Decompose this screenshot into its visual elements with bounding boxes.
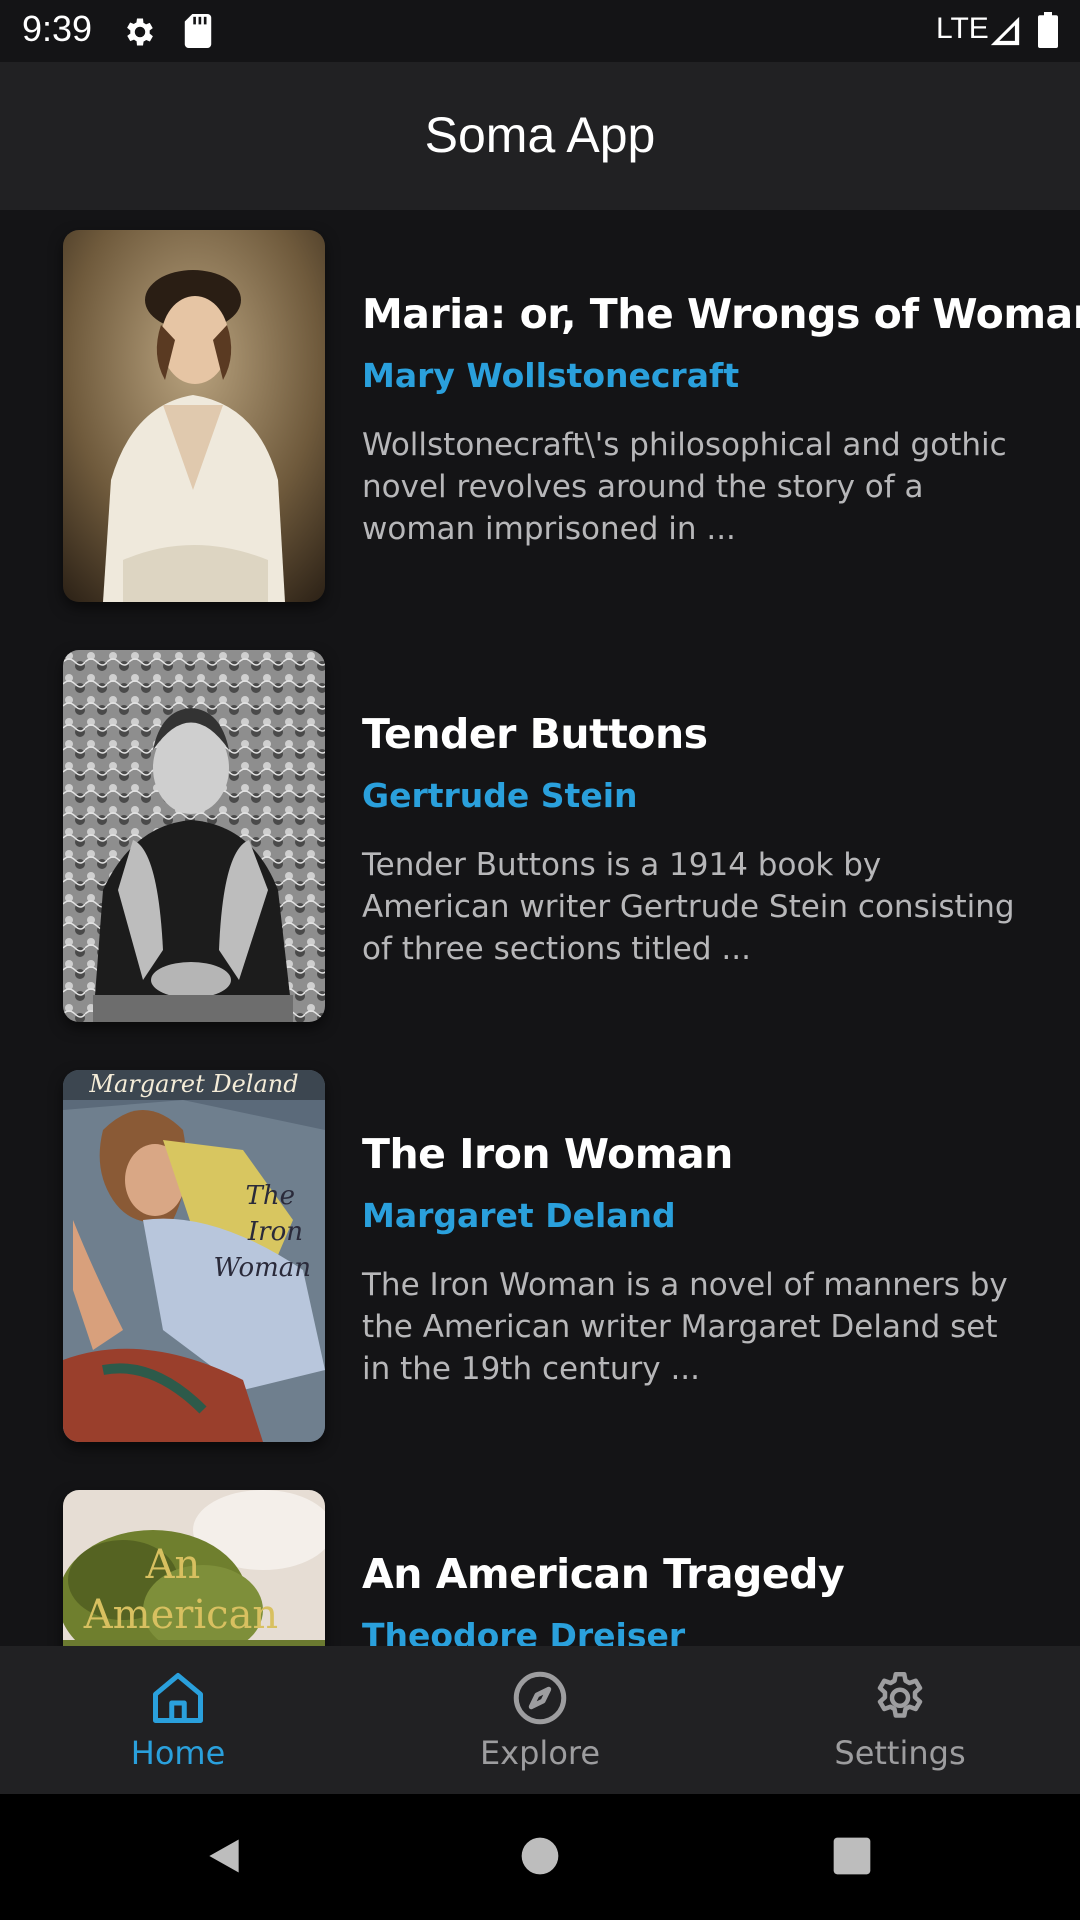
cover-title-text: Woman: [213, 1253, 311, 1283]
back-icon[interactable]: [202, 1834, 246, 1878]
gear-icon: [877, 1672, 923, 1718]
nav-label: Explore: [479, 1734, 601, 1772]
system-navigation-bar: [0, 1794, 1080, 1920]
nav-explore[interactable]: Explore: [410, 1646, 670, 1794]
home-circle-icon[interactable]: [518, 1834, 562, 1878]
book-author[interactable]: Mary Wollstonecraft: [362, 356, 739, 395]
portrait-image: [63, 230, 325, 602]
battery-icon: [1038, 12, 1058, 48]
status-time: 9:39: [22, 8, 93, 49]
book-cover[interactable]: An American: [63, 1490, 325, 1646]
cover-title-text: American: [83, 1592, 278, 1638]
book-list[interactable]: Maria: or, The Wrongs of Woman Mary Woll…: [0, 210, 1080, 1646]
nav-label: Settings: [834, 1734, 966, 1772]
book-card[interactable]: Margaret Deland The Iron Woman The Iron …: [0, 1050, 1080, 1442]
book-cover[interactable]: Margaret Deland The Iron Woman: [63, 1070, 325, 1442]
cover-author-text: Margaret Deland: [88, 1070, 298, 1098]
painting-image: Margaret Deland The Iron Woman: [63, 1070, 325, 1442]
portrait-image: [63, 650, 325, 1022]
recents-icon[interactable]: [830, 1834, 874, 1878]
painting-image: An American: [63, 1490, 325, 1646]
nav-home[interactable]: Home: [48, 1646, 308, 1794]
network-type: LTE: [936, 12, 989, 45]
book-card[interactable]: An American An American Tragedy Theodore…: [0, 1470, 1080, 1646]
cover-title-text: Iron: [247, 1217, 303, 1247]
book-author[interactable]: Theodore Dreiser: [362, 1616, 685, 1646]
book-author[interactable]: Margaret Deland: [362, 1196, 676, 1235]
book-cover[interactable]: [63, 230, 325, 602]
book-card[interactable]: Maria: or, The Wrongs of Woman Mary Woll…: [0, 210, 1080, 602]
book-title: Tender Buttons: [362, 710, 708, 758]
book-title: The Iron Woman: [362, 1130, 733, 1178]
book-description: The Iron Woman is a novel of manners by …: [362, 1267, 1008, 1387]
app-bar: Soma App: [0, 62, 1080, 210]
status-bar: 9:39 LTE: [0, 0, 1080, 62]
compass-icon: [513, 1671, 567, 1725]
book-description: Wollstonecraft\'s philosophical and goth…: [362, 427, 1007, 547]
home-icon: [153, 1673, 203, 1723]
cover-title-text: An: [145, 1542, 201, 1588]
book-card[interactable]: Tender Buttons Gertrude Stein Tender But…: [0, 630, 1080, 1022]
book-title: An American Tragedy: [362, 1550, 845, 1598]
signal-icon: [990, 16, 1020, 46]
book-title: Maria: or, The Wrongs of Woman: [362, 290, 1080, 338]
nav-label: Home: [130, 1734, 226, 1772]
settings-notification-icon: [127, 18, 153, 46]
book-author[interactable]: Gertrude Stein: [362, 776, 638, 815]
sd-card-icon: [184, 14, 212, 48]
bottom-navigation: Home Explore Settings: [0, 1646, 1080, 1794]
book-cover[interactable]: [63, 650, 325, 1022]
app-title: Soma App: [424, 107, 656, 163]
nav-settings[interactable]: Settings: [770, 1646, 1030, 1794]
cover-title-text: The: [246, 1181, 295, 1211]
book-description: Tender Buttons is a 1914 book by America…: [362, 847, 1015, 967]
